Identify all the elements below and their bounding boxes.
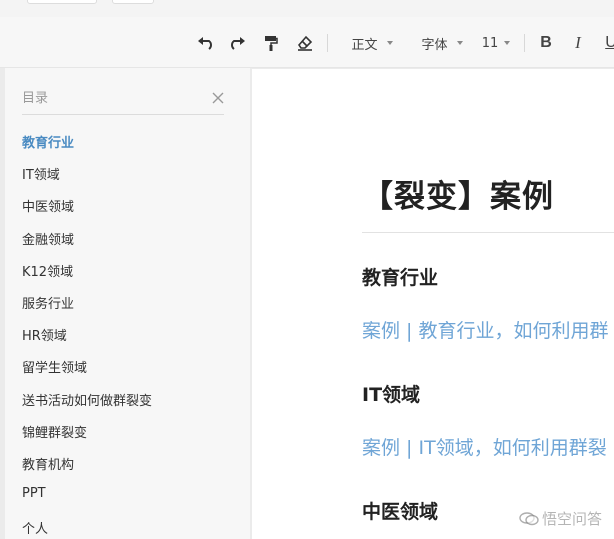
watermark: 悟空问答 (519, 508, 602, 529)
outline-item[interactable]: 教育机构 (22, 454, 242, 486)
section-heading[interactable]: 中医领域 (362, 497, 438, 524)
italic-button[interactable]: I (570, 33, 586, 53)
document-title[interactable]: 【裂变】案例 (362, 171, 554, 216)
paragraph-style-value: 正文 (351, 37, 378, 53)
document-page[interactable]: 【裂变】案例 教育行业 案例 | 教育行业，如何利用群 IT领域 案例 | IT… (252, 69, 614, 539)
section-heading[interactable]: 教育行业 (362, 263, 438, 290)
outline-title: 目录 (22, 91, 49, 106)
close-icon[interactable] (212, 89, 224, 104)
font-family-select[interactable]: 字体 (416, 33, 468, 53)
outline-item[interactable]: 教育行业 (22, 132, 242, 164)
section-heading[interactable]: IT领域 (362, 380, 420, 407)
font-family-value: 字体 (421, 37, 448, 53)
section-link[interactable]: 案例 | IT领域，如何利用群裂 (362, 433, 607, 460)
editor-toolbar: 正文 字体 11 B I U (0, 17, 614, 68)
outline-item[interactable]: HR领域 (22, 325, 242, 357)
toolbar-divider (524, 34, 525, 52)
top-tab-1[interactable] (27, 0, 97, 4)
outline-list: 教育行业 IT领域 中医领域 金融领域 K12领域 服务行业 HR领域 留学生领域 送书活动如何… (22, 132, 242, 539)
underline-button[interactable]: U (604, 33, 614, 53)
watermark-text: 悟空问答 (541, 510, 602, 528)
font-size-value: 11 (481, 35, 499, 51)
outline-item[interactable]: PPT (22, 486, 242, 518)
redo-icon[interactable] (226, 33, 248, 53)
outline-item[interactable]: 个人 (22, 518, 242, 539)
outline-header: 目录 (22, 87, 224, 115)
paragraph-style-select[interactable]: 正文 (346, 33, 398, 53)
font-size-select[interactable]: 11 (479, 33, 513, 53)
window-top-strip (0, 0, 614, 17)
outline-item[interactable]: IT领域 (22, 164, 242, 196)
outline-item[interactable]: 金融领域 (22, 229, 242, 261)
outline-item[interactable]: K12领域 (22, 261, 242, 293)
outline-sidebar: 目录 教育行业 IT领域 中医领域 金融领域 K12领域 服务行业 HR领域 留学生领域 送书活… (5, 68, 250, 539)
eraser-icon[interactable] (294, 33, 316, 53)
top-tab-2[interactable] (112, 0, 154, 4)
outline-item[interactable]: 留学生领域 (22, 357, 242, 389)
outline-item[interactable]: 锦鲤群裂变 (22, 422, 242, 454)
chevron-down-icon (456, 41, 463, 45)
undo-icon[interactable] (195, 33, 217, 53)
chevron-down-icon (386, 41, 393, 45)
outline-item[interactable]: 送书活动如何做群裂变 (22, 390, 242, 422)
title-divider (362, 232, 614, 233)
chevron-down-icon (504, 41, 511, 45)
outline-item[interactable]: 中医领域 (22, 196, 242, 228)
bold-button[interactable]: B (537, 33, 555, 53)
section-link[interactable]: 案例 | 教育行业，如何利用群 (362, 316, 608, 343)
outline-item[interactable]: 服务行业 (22, 293, 242, 325)
chat-bubble-icon (519, 511, 539, 525)
format-painter-icon[interactable] (261, 33, 281, 53)
toolbar-divider (327, 34, 328, 52)
